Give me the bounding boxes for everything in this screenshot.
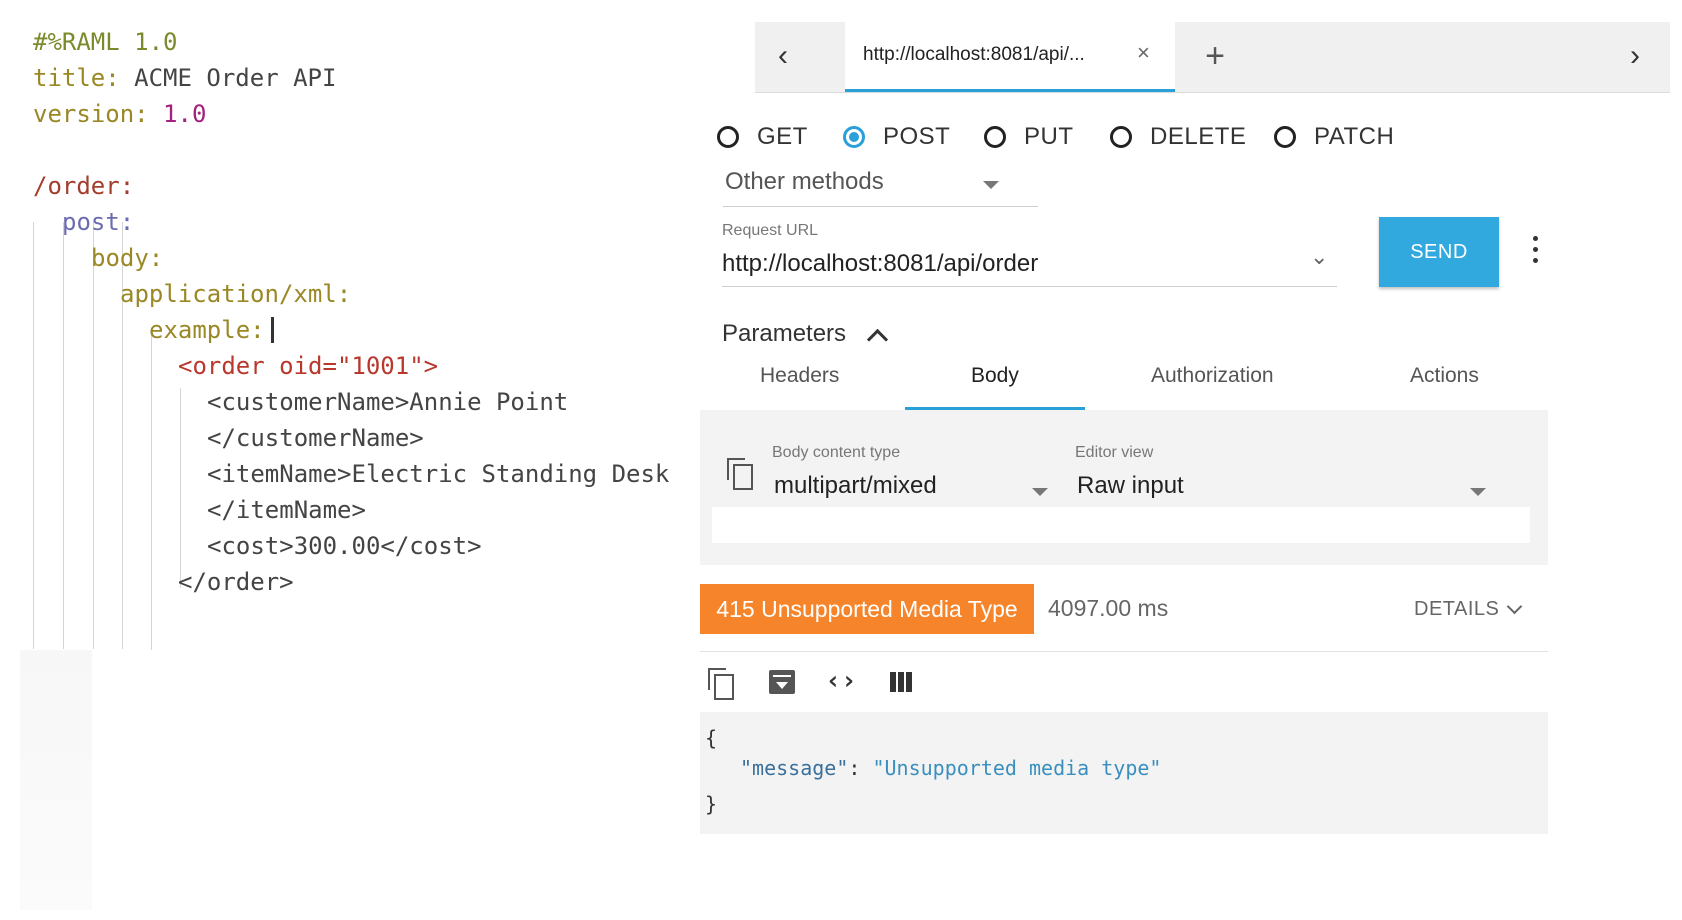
method-line: post: (62, 208, 135, 236)
other-methods-dropdown[interactable]: Other methods (723, 162, 1038, 207)
request-url-label: Request URL (722, 222, 819, 239)
tab-actions[interactable]: Actions (1410, 364, 1479, 388)
radio-icon (717, 126, 739, 148)
text-cursor (270, 317, 274, 343)
tab-body[interactable]: Body (971, 364, 1019, 388)
version-value: 1.0 (163, 100, 207, 128)
divider (700, 651, 1548, 652)
method-radio-put[interactable]: PUT (984, 120, 1074, 154)
editor-gutter-fade (20, 650, 92, 910)
dropdown-arrow-icon (983, 181, 999, 189)
example-line: example: (149, 315, 274, 345)
body-line: body: (91, 244, 164, 272)
response-body: { "message": "Unsupported media type" } (700, 712, 1548, 834)
method-radio-post[interactable]: POST (843, 120, 950, 154)
xml-customer-close: </customerName> (207, 424, 424, 452)
tab-bar: ‹ http://localhost:8081/api/... × + › (755, 22, 1670, 93)
tab-headers[interactable]: Headers (760, 364, 839, 388)
json-message-line: "message": "Unsupported media type" (740, 756, 1161, 780)
method-radio-delete[interactable]: DELETE (1110, 120, 1246, 154)
json-value: "Unsupported media type" (872, 756, 1162, 780)
xml-customer-open: <customerName>Annie Point (207, 388, 569, 416)
columns-view-icon[interactable] (888, 666, 920, 700)
close-tab-icon[interactable]: × (1137, 40, 1150, 66)
xml-order-open: <order oid="1001"> (178, 352, 439, 380)
method-label: DELETE (1150, 123, 1247, 150)
save-response-icon[interactable] (767, 666, 799, 700)
json-key: "message" (740, 756, 849, 780)
details-toggle[interactable]: DETAILS (1414, 598, 1499, 621)
raml-version-line: #%RAML 1.0 (33, 28, 178, 56)
json-separator: : (848, 756, 873, 780)
indent-guide (151, 330, 152, 650)
more-options-icon[interactable] (1530, 236, 1540, 276)
editor-view-select[interactable]: Raw input (1075, 468, 1495, 509)
code-view-icon[interactable]: ‹› (825, 664, 857, 698)
method-label: POST (883, 123, 951, 150)
radio-icon (1110, 126, 1132, 148)
method-radio-get[interactable]: GET (717, 120, 808, 154)
body-settings-panel: Body content type multipart/mixed Editor… (700, 410, 1548, 565)
other-methods-label: Other methods (725, 168, 884, 195)
editor-view-value: Raw input (1077, 472, 1184, 499)
body-content-type-value: multipart/mixed (774, 472, 937, 499)
parameters-toggle[interactable]: Parameters (722, 320, 846, 348)
xml-item-close: </itemName> (207, 496, 366, 524)
resource-line: /order: (33, 172, 135, 200)
title-line: title: ACME Order API (33, 63, 336, 93)
response-time: 4097.00 ms (1048, 595, 1169, 621)
tab-authorization[interactable]: Authorization (1151, 364, 1274, 388)
scroll-tabs-right-button[interactable]: › (1615, 36, 1655, 76)
copy-icon[interactable] (727, 458, 753, 490)
json-open-brace: { (705, 726, 718, 750)
response-status-badge: 415 Unsupported Media Type (700, 584, 1034, 634)
radio-selected-icon (843, 126, 865, 148)
method-radio-patch[interactable]: PATCH (1274, 120, 1394, 154)
scroll-tabs-left-button[interactable]: ‹ (763, 36, 803, 76)
body-editor-input[interactable] (712, 507, 1530, 543)
tab-title: http://localhost:8081/api/... (863, 44, 1085, 65)
indent-guide (180, 388, 181, 588)
media-type-line: application/xml: (120, 280, 352, 308)
version-line: version: 1.0 (33, 99, 206, 129)
indent-guide (33, 222, 34, 649)
radio-icon (1274, 126, 1296, 148)
title-key: title: (33, 64, 120, 92)
chevron-down-icon[interactable] (1506, 598, 1523, 615)
method-label: PUT (1024, 123, 1074, 150)
request-tab[interactable]: http://localhost:8081/api/... × (845, 22, 1175, 92)
title-value: ACME Order API (134, 64, 337, 92)
method-label: PATCH (1314, 123, 1395, 150)
xml-cost: <cost>300.00</cost> (207, 532, 482, 560)
body-content-type-select[interactable]: multipart/mixed (772, 468, 1057, 509)
editor-view-label: Editor view (1075, 444, 1154, 461)
request-url-field[interactable] (722, 244, 1337, 287)
add-tab-button[interactable]: + (1195, 36, 1235, 76)
example-key: example: (149, 316, 265, 344)
xml-item-open: <itemName>Electric Standing Desk (207, 460, 670, 488)
version-key: version: (33, 100, 149, 128)
method-label: GET (757, 123, 808, 150)
indent-guide (63, 222, 64, 649)
request-url-input[interactable] (722, 244, 1322, 284)
raml-code-editor[interactable]: #%RAML 1.0 title: ACME Order API version… (0, 0, 740, 920)
body-content-type-label: Body content type (772, 444, 901, 461)
send-button[interactable]: SEND (1379, 217, 1499, 287)
api-console: ‹ http://localhost:8081/api/... × + › GE… (700, 22, 1670, 902)
chevron-up-icon[interactable] (866, 328, 889, 351)
indent-guide (93, 222, 94, 649)
xml-order-close: </order> (178, 568, 294, 596)
copy-response-icon[interactable] (708, 668, 740, 702)
json-close-brace: } (705, 792, 718, 816)
radio-icon (984, 126, 1006, 148)
dropdown-arrow-icon (1470, 488, 1486, 496)
url-history-chevron-icon[interactable]: ⌄ (1310, 244, 1328, 270)
dropdown-arrow-icon (1032, 488, 1048, 496)
